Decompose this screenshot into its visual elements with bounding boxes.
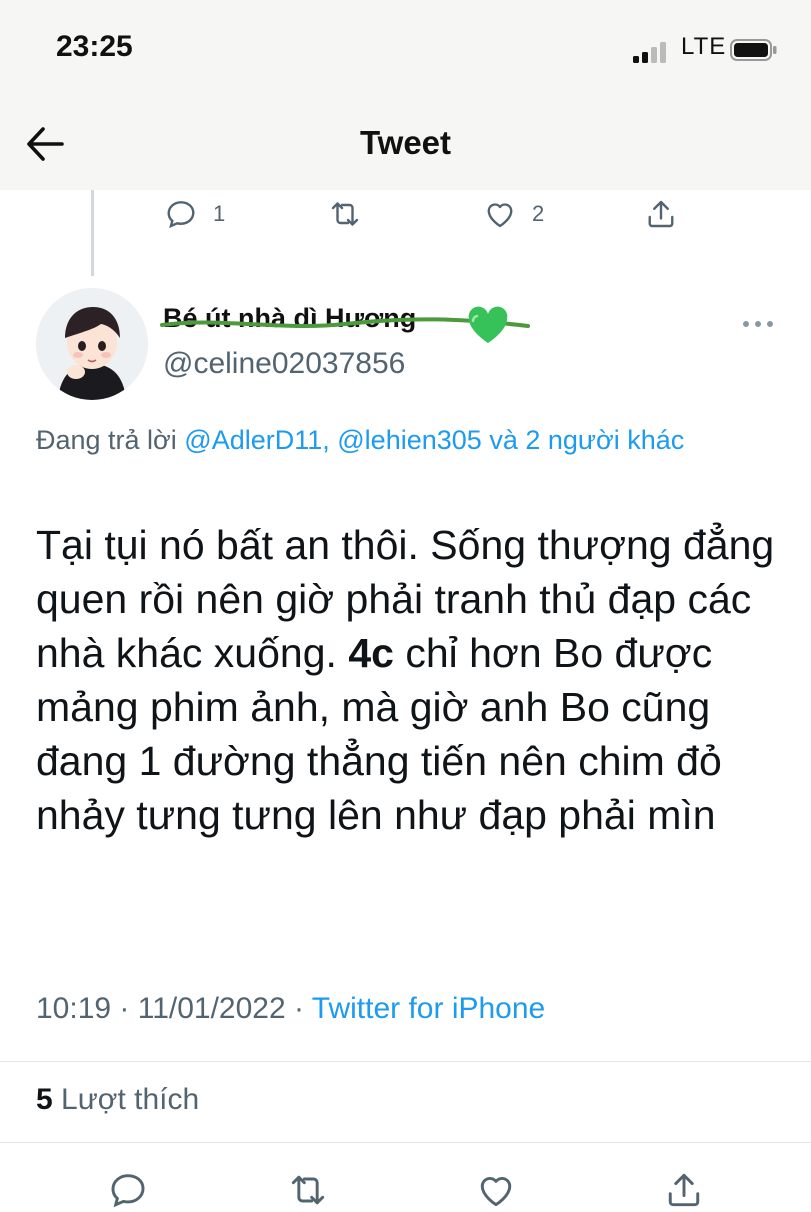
reply-icon[interactable] xyxy=(106,1168,150,1212)
more-options-icon[interactable] xyxy=(740,316,776,332)
heart-icon[interactable] xyxy=(474,1168,518,1212)
tweet-actions xyxy=(0,1160,811,1208)
tweet-meta: 10:19 · 11/01/2022 · Twitter for iPhone xyxy=(36,992,546,1025)
tweet-source-link[interactable]: Twitter for iPhone xyxy=(312,992,545,1025)
avatar[interactable] xyxy=(36,288,148,400)
status-time: 23:25 xyxy=(56,30,133,63)
likes-label: Lượt thích xyxy=(61,1083,200,1116)
tweet-date: 11/01/2022 xyxy=(137,992,286,1025)
user-handle[interactable]: @celine02037856 xyxy=(163,347,405,381)
likes-count: 5 xyxy=(36,1083,53,1116)
reply-button[interactable]: 1 xyxy=(163,196,225,232)
share-icon xyxy=(648,200,674,228)
retweet-icon xyxy=(331,202,359,226)
tweet-text: Tại tụi nó bất an thôi. Sống thượng đẳng… xyxy=(36,518,796,842)
mention-link[interactable]: @AdlerD11, xyxy=(184,425,329,455)
previous-tweet-actions: 1 2 xyxy=(0,196,811,236)
top-bar: 23:25 LTE Tweet xyxy=(0,0,811,190)
divider xyxy=(0,1142,811,1143)
reply-connector: và xyxy=(489,425,518,455)
retweet-icon[interactable] xyxy=(286,1168,330,1212)
reply-icon xyxy=(167,201,195,229)
like-count: 2 xyxy=(532,201,545,226)
retweet-button[interactable] xyxy=(327,196,363,232)
reply-prefix: Đang trả lời xyxy=(36,425,177,455)
share-button[interactable] xyxy=(643,196,679,232)
tweet-time: 10:19 xyxy=(36,992,112,1025)
like-button[interactable]: 2 xyxy=(482,196,544,232)
signal-icon xyxy=(633,42,666,63)
reply-count: 1 xyxy=(213,201,226,226)
network-label: LTE xyxy=(681,33,727,60)
battery-icon xyxy=(730,39,777,61)
reply-context: Đang trả lời @AdlerD11, @lehien305 và 2 … xyxy=(36,420,756,460)
heart-icon xyxy=(487,203,513,228)
mention-link[interactable]: @lehien305 xyxy=(337,425,482,455)
likes-summary[interactable]: 5 Lượt thích xyxy=(36,1083,199,1117)
green-heart-icon xyxy=(468,306,508,343)
tweet-text-bold: 4c xyxy=(348,630,394,676)
divider xyxy=(0,1061,811,1062)
page-title: Tweet xyxy=(359,124,452,161)
others-link[interactable]: 2 người khác xyxy=(525,425,684,455)
avatar-illustration xyxy=(36,288,148,400)
share-icon[interactable] xyxy=(662,1168,706,1212)
